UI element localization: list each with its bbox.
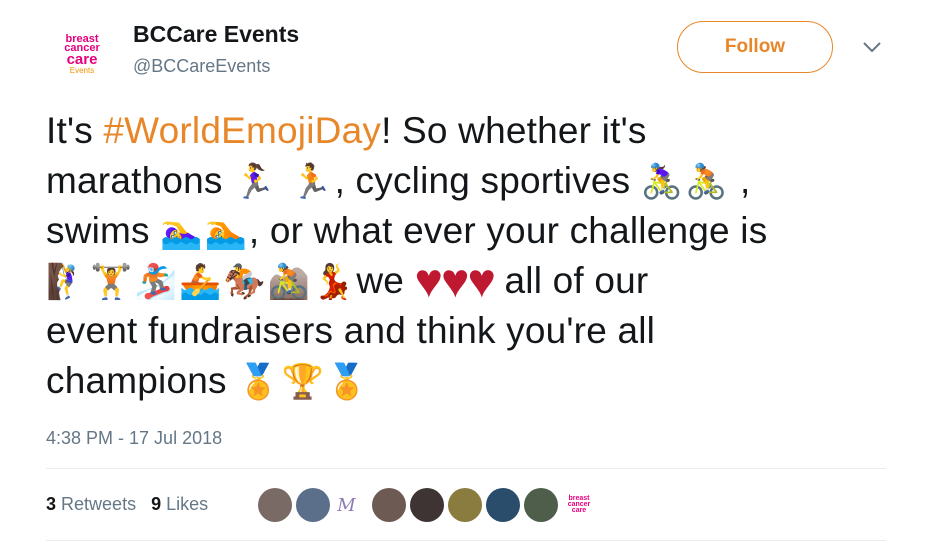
tweet-line-6: champions 🏅🏆🏅 [46,356,896,406]
chevron-down-icon[interactable] [860,38,884,58]
liker-avatar[interactable]: M [334,488,368,522]
tweet-line-3: swims 🏊‍♀️🏊, or what ever your challenge… [46,206,896,256]
medal-trophy-emoji: 🏅🏆🏅 [237,362,371,402]
tweet-line-5: event fundraisers and think you're all [46,310,656,351]
tweet-line-1: It's #WorldEmojiDay! So whether it's [46,106,896,156]
likes-label: Likes [166,494,209,514]
account-avatar[interactable]: breast cancer care Events [55,28,109,82]
tweet-line-2: marathons 🏃‍♀️ 🏃, cycling sportives 🚴‍♀️… [46,156,896,206]
liker-avatar[interactable]: breast cancer care [562,488,596,522]
account-name[interactable]: BCCare Events [133,21,299,48]
retweets-link[interactable]: 3 Retweets [46,494,136,514]
account-handle[interactable]: @BCCareEvents [133,56,270,77]
tweet-timestamp[interactable]: 4:38 PM - 17 Jul 2018 [46,428,222,449]
tweet-line-1-pre: It's [46,110,104,151]
tweet-line-1-post: ! So whether it's [381,110,647,151]
avatar-line-4: Events [69,66,95,76]
divider [46,468,886,469]
tweet-line-2-post: , cycling sportives [334,160,631,201]
liker-avatar[interactable] [258,488,292,522]
follow-button[interactable]: Follow [677,21,833,73]
tweet-line-4-post2: all of our [494,260,649,301]
liker-avatar[interactable] [372,488,406,522]
tweet-header: breast cancer care Events BCCare Events … [0,0,925,90]
liker-avatar[interactable] [296,488,330,522]
tweet-line-3-post: , or what ever your challenge is [248,210,768,251]
tweet-stats: 3 Retweets 9 Likes [46,494,218,515]
tweet-line-6-text: champions [46,360,238,401]
tweet-line-2-post2: , [729,160,751,201]
swimming-emoji: 🏊‍♀️🏊 [160,212,249,252]
heart-emoji: ♥♥♥ [414,255,496,308]
cycling-emoji: 🚴‍♀️🚴 [640,162,730,202]
liker-avatar[interactable] [524,488,558,522]
tweet-line-2-text: marathons [46,160,223,201]
tweet-line-3-text: swims [46,210,150,251]
sports-emoji: 🧗‍♀️🏋️🏂🚣🏇🚵💃 [46,262,357,302]
liker-avatar[interactable] [448,488,482,522]
likers-avatars: M breast cancer care [258,488,600,524]
tweet-line-4-post: we [356,260,415,301]
tweet-text: It's #WorldEmojiDay! So whether it's mar… [46,106,896,406]
running-emoji: 🏃‍♀️ 🏃 [233,162,335,202]
liker-avatar[interactable] [410,488,444,522]
retweets-label: Retweets [61,494,137,514]
divider [46,540,886,541]
likes-count: 9 [151,494,162,514]
retweets-count: 3 [46,494,57,514]
avatar-line-3: care [66,50,98,68]
tweet-line-4: 🧗‍♀️🏋️🏂🚣🏇🚵💃we ♥♥♥ all of our [46,255,896,308]
hashtag-link[interactable]: #WorldEmojiDay [103,110,381,151]
liker-avatar[interactable] [486,488,520,522]
likes-link[interactable]: 9 Likes [151,494,208,514]
